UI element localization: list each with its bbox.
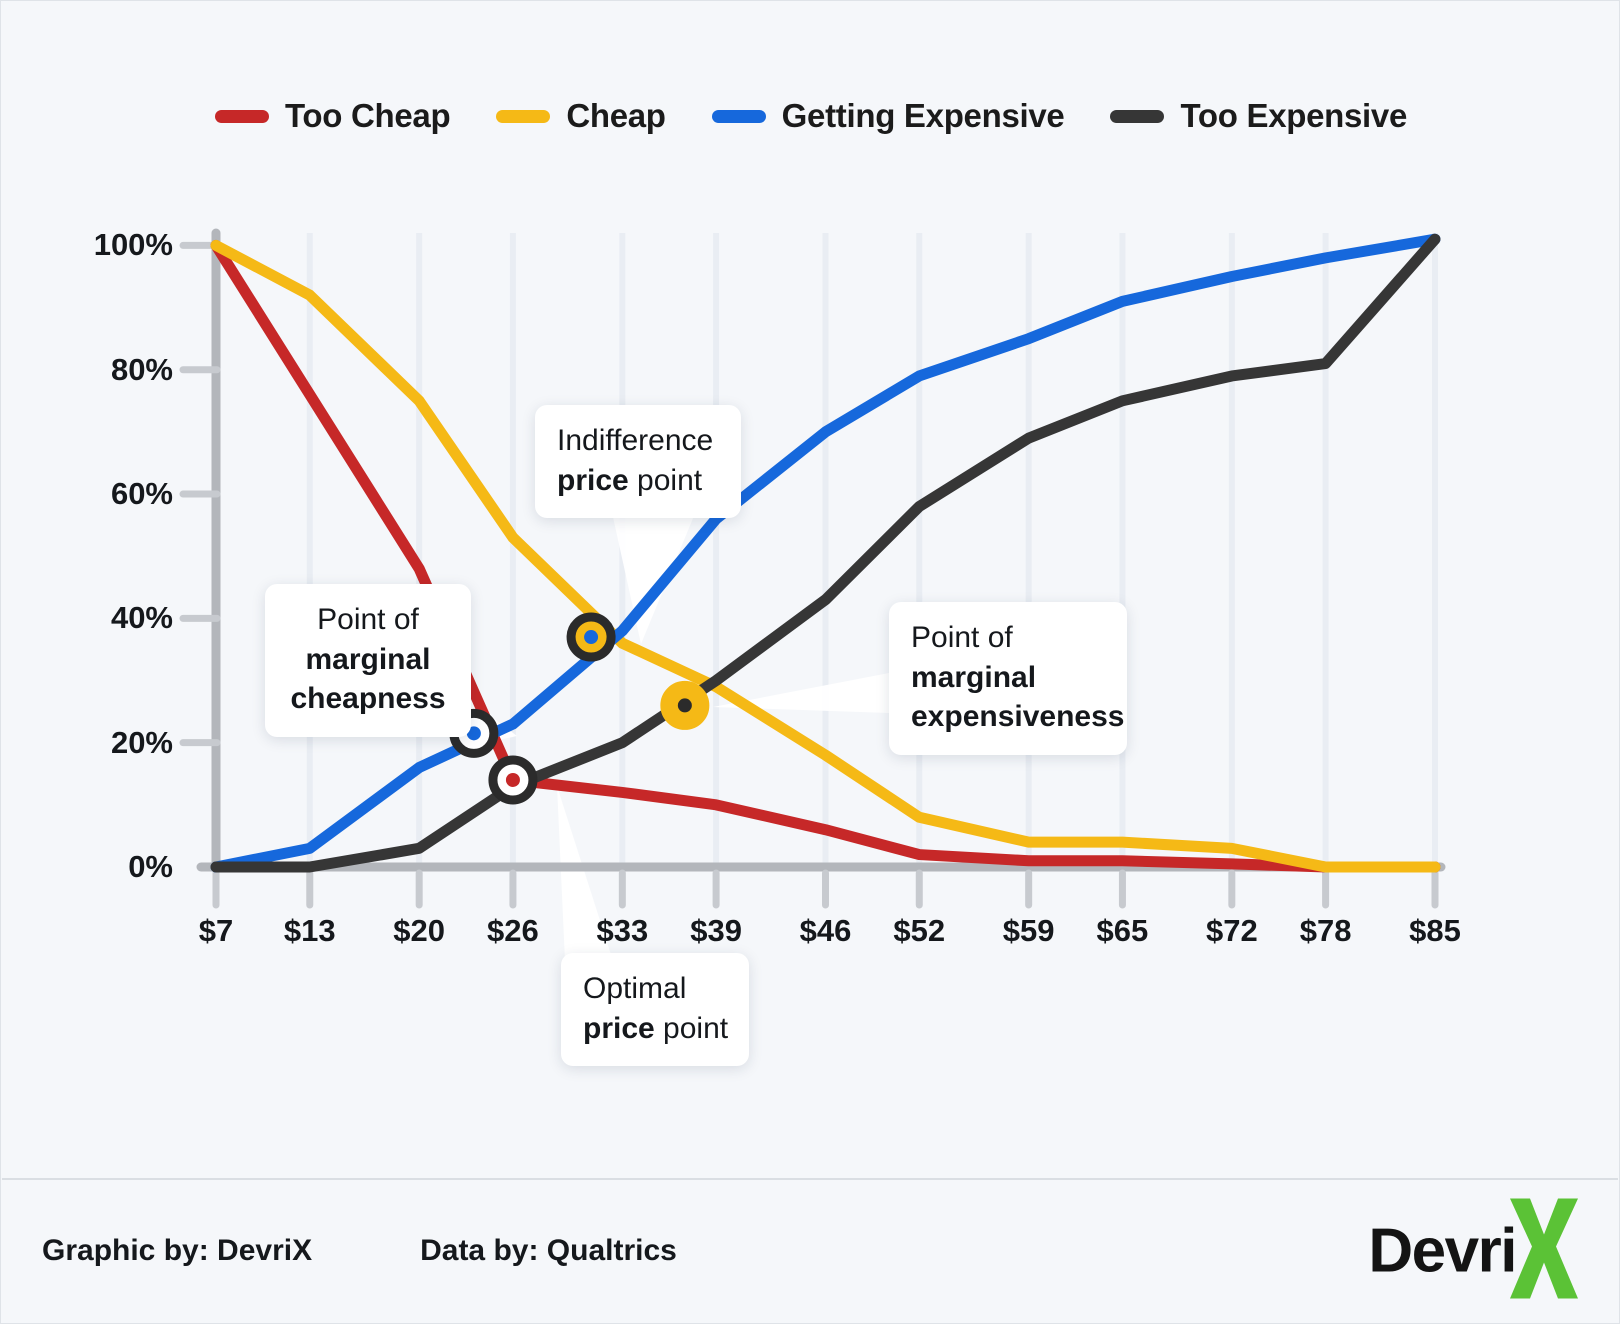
y-axis-tick-label: 60% — [110, 476, 173, 512]
y-axis-tick-label: 20% — [110, 724, 173, 760]
x-axis-tick-label: $26 — [487, 913, 539, 948]
x-axis-tick-label: $72 — [1205, 913, 1258, 948]
footer-credits: Graphic by: DevriX Data by: Qualtrics — [42, 1234, 677, 1268]
chart-plot-svg — [179, 228, 1446, 961]
marker-dot — [584, 630, 599, 645]
gridlines — [213, 233, 1438, 867]
graphic-credit: Graphic by: DevriX — [42, 1234, 313, 1267]
callout-line-2-bold: price — [557, 463, 629, 497]
callout-line-3: expensiveness — [911, 700, 1125, 734]
x-axis-tick-label: $59 — [1002, 913, 1055, 948]
callout-line-2: marginal — [911, 660, 1037, 694]
callout-indifference-price-point: Indifference price point — [535, 405, 741, 519]
x-axis-tick-label: $20 — [393, 913, 446, 948]
y-axis-tick-label: 0% — [128, 849, 173, 884]
logo-x-mark-icon — [1494, 1197, 1580, 1306]
callout-line-1: Point of — [317, 603, 419, 636]
y-axis-tick-label: 80% — [110, 351, 173, 387]
axes — [196, 228, 1446, 872]
callout-line-3: cheapness — [290, 682, 446, 716]
y-axis-tick-label: 100% — [93, 227, 173, 263]
callout-marginal-cheapness: Point of marginal cheapness — [265, 584, 471, 737]
callout-line-1: Optimal — [583, 972, 687, 1005]
infographic-canvas: Too Cheap Cheap Getting Expensive Too Ex… — [0, 0, 1620, 1324]
x-axis-tick-label: $52 — [893, 913, 946, 948]
callout-line-2-bold: price — [583, 1011, 655, 1045]
callout-marginal-expensiveness: Point of marginal expensiveness — [889, 602, 1127, 755]
callout-line-2: marginal — [305, 642, 431, 676]
callout-line-2-rest: point — [628, 463, 703, 497]
footer: Graphic by: DevriX Data by: Qualtrics De… — [2, 1178, 1618, 1322]
marker-dot — [505, 772, 520, 787]
x-tick-marks — [212, 869, 1439, 909]
x-axis-tick-label: $39 — [690, 913, 742, 948]
x-axis-tick-label: $85 — [1409, 913, 1461, 948]
callout-line-1: Indifference — [557, 424, 714, 457]
x-axis-tick-label: $33 — [596, 913, 649, 948]
devrix-logo: Devri — [1368, 1197, 1580, 1306]
x-axis-tick-label: $65 — [1096, 913, 1149, 948]
x-axis-tick-label: $7 — [198, 913, 234, 948]
data-credit: Data by: Qualtrics — [420, 1234, 677, 1267]
callout-line-2-rest: point — [654, 1011, 729, 1045]
y-axis-tick-label: 40% — [110, 600, 173, 636]
callout-line-1: Point of — [911, 621, 1013, 654]
callout-optimal-price-point: Optimal price point — [561, 953, 749, 1067]
x-axis-tick-label: $78 — [1299, 913, 1352, 948]
price-sensitivity-chart: 0% 20% 40% 60% 80% 100% $7 $13 $20 $26 $33 $39 $46 $… — [1, 1, 1620, 1141]
marker-dot — [677, 698, 692, 713]
highlight-markers — [449, 612, 710, 805]
x-axis-tick-label: $13 — [283, 913, 336, 948]
x-axis-tick-label: $46 — [799, 913, 852, 948]
